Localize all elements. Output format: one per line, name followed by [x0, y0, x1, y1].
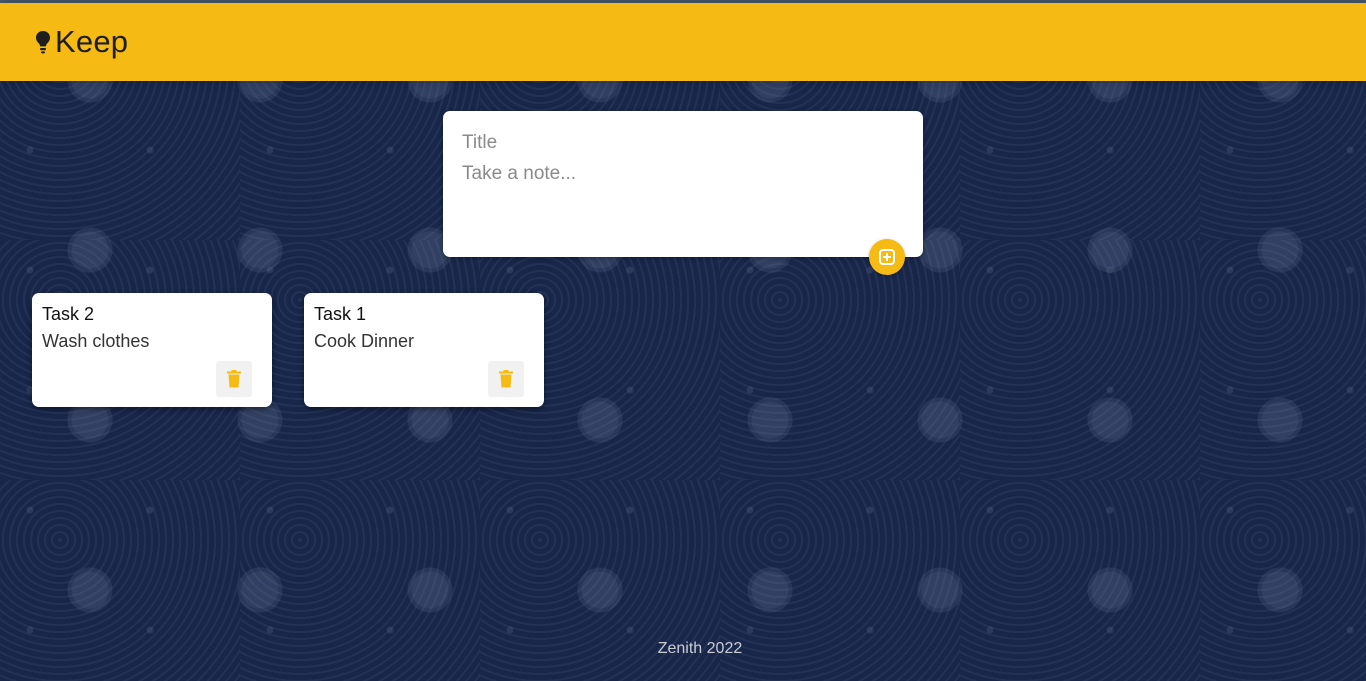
create-note-form	[443, 111, 923, 257]
add-note-button[interactable]	[869, 239, 905, 275]
lightbulb-icon	[36, 31, 50, 54]
note-content: Wash clothes	[42, 331, 150, 351]
note-content: Cook Dinner	[314, 331, 415, 351]
trash-icon	[499, 370, 513, 388]
footer-copyright: Zenith 2022	[657, 640, 743, 657]
note-title: Task 1	[314, 304, 367, 324]
note-card: Task 1 Cook Dinner	[304, 293, 544, 407]
note-title-input[interactable]	[462, 131, 902, 155]
note-content-input[interactable]	[462, 163, 902, 233]
delete-note-button[interactable]	[216, 361, 252, 397]
note-title: Task 2	[42, 304, 95, 324]
delete-note-button[interactable]	[488, 361, 524, 397]
trash-icon	[227, 370, 241, 388]
add-box-icon	[879, 249, 895, 265]
app-name: Keep	[55, 24, 129, 59]
app-logo: Keep	[34, 24, 128, 60]
note-card: Task 2 Wash clothes	[32, 293, 272, 407]
app-header: Keep	[0, 3, 1366, 81]
